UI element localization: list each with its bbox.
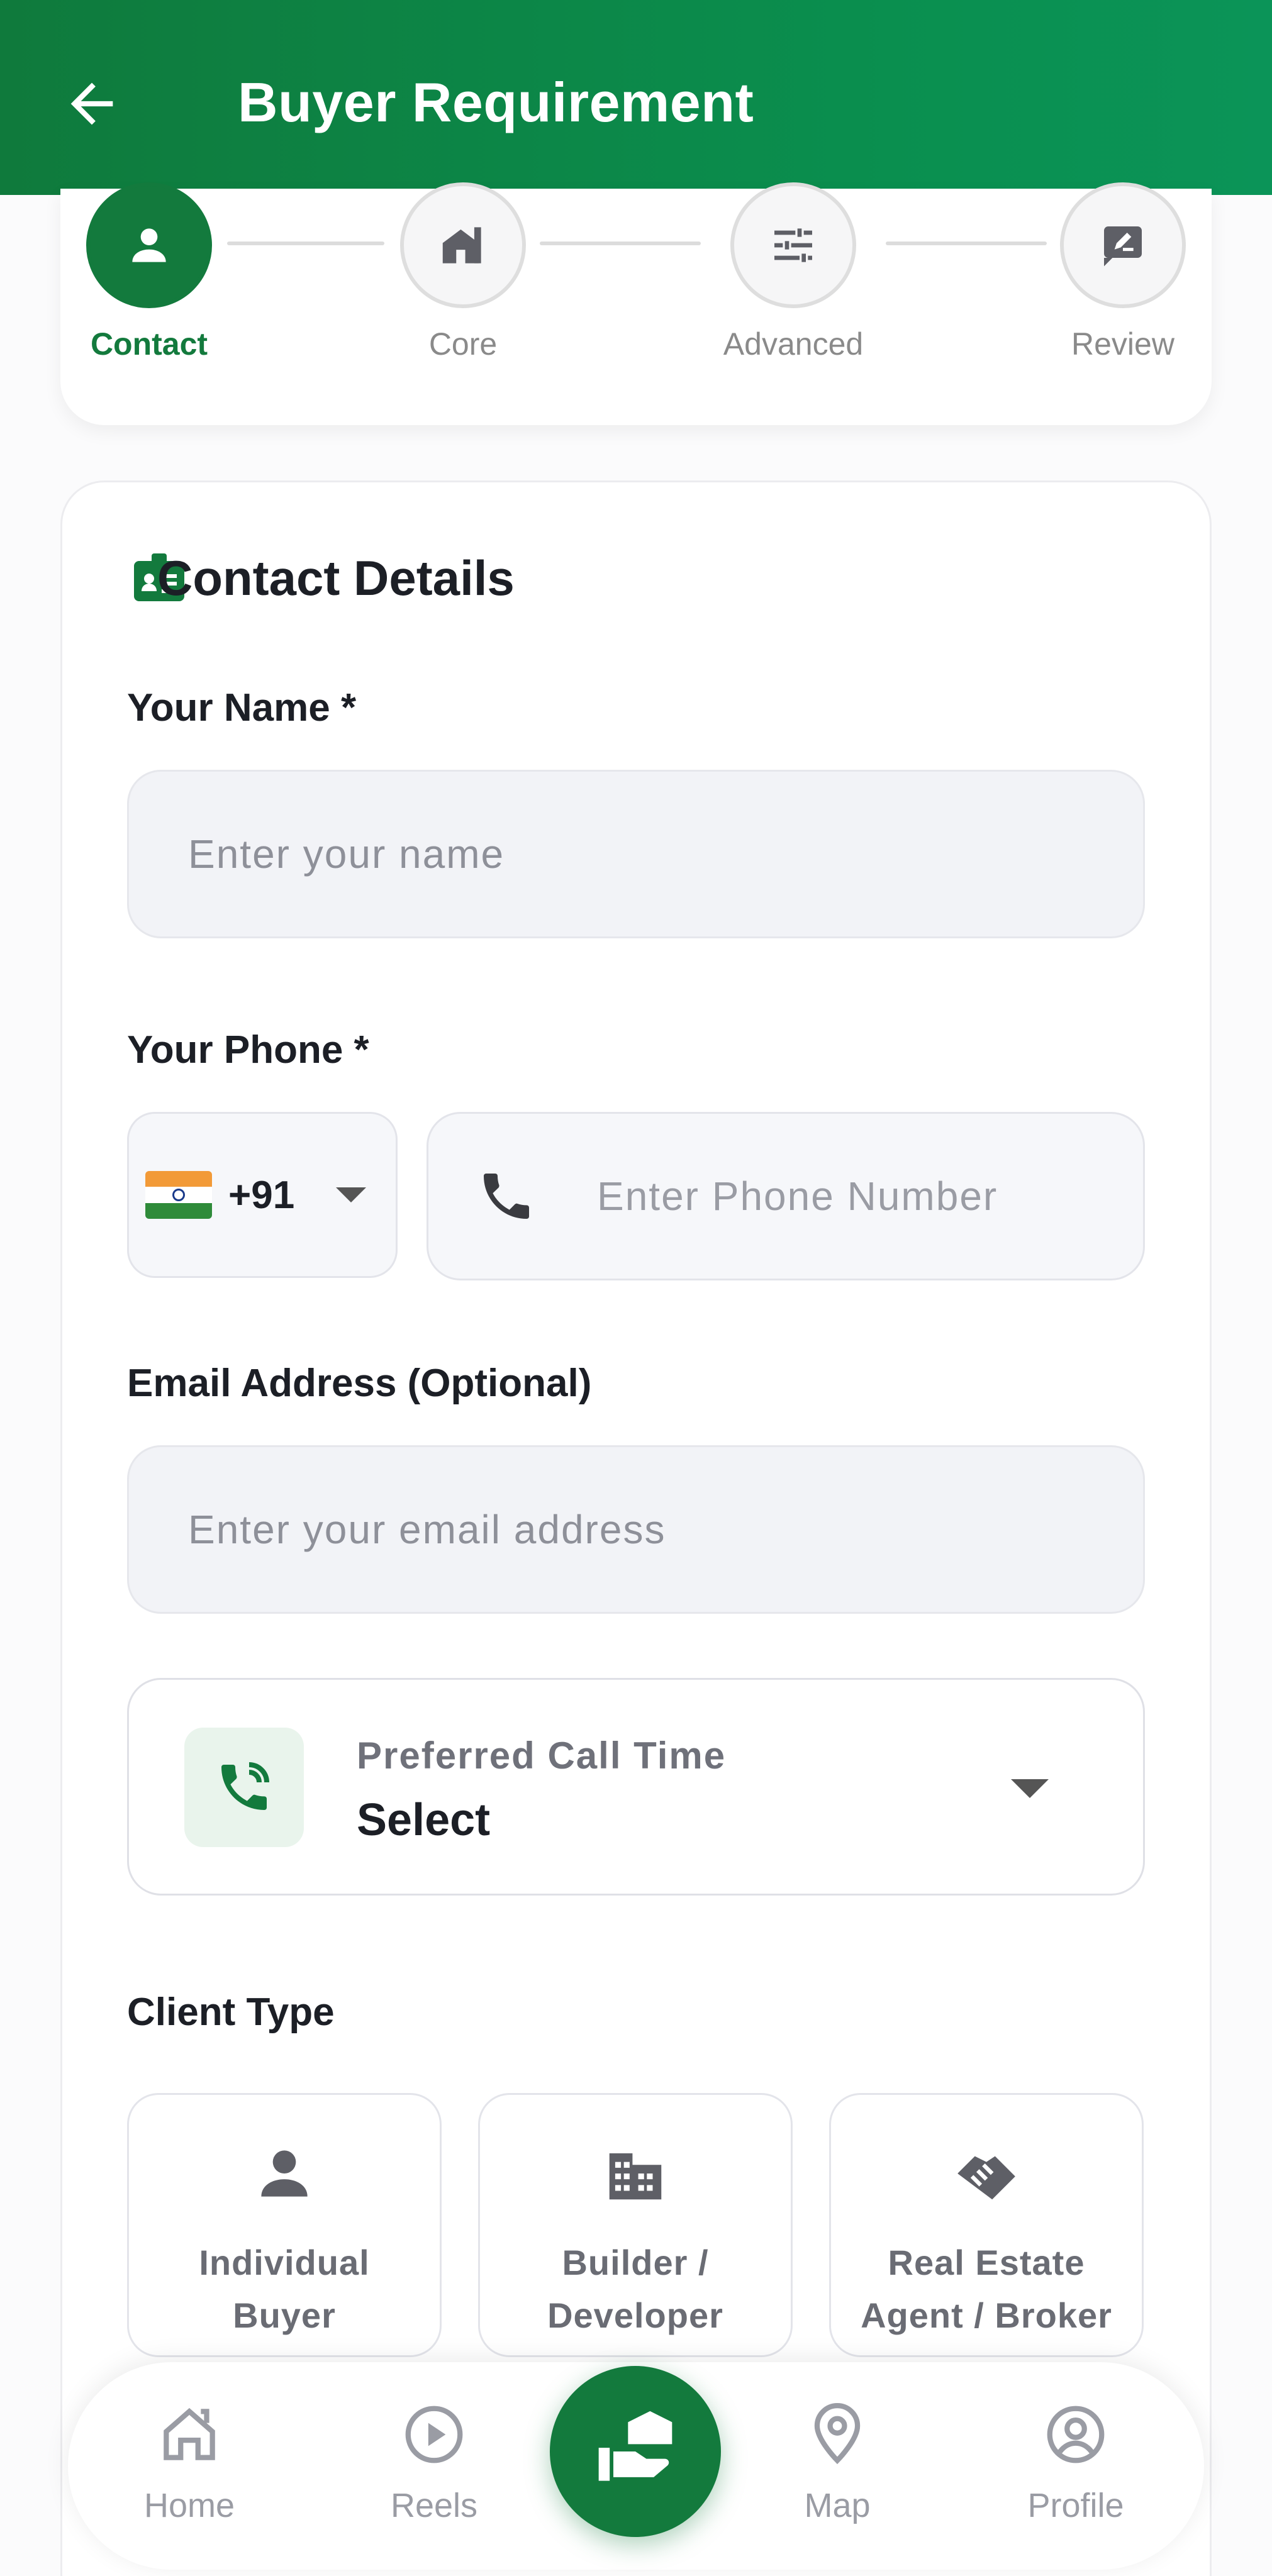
phone-label: Your Phone *	[127, 1028, 369, 1072]
name-input[interactable]: Enter your name	[127, 770, 1145, 938]
name-label: Your Name *	[127, 686, 357, 730]
chevron-down-icon	[1011, 1779, 1049, 1798]
nav-item-home[interactable]: Home	[114, 2400, 265, 2525]
step-connector	[227, 242, 384, 245]
nav-item-map[interactable]: Map	[762, 2400, 913, 2525]
nav-label: Home	[143, 2487, 235, 2524]
country-code-select[interactable]: +91	[127, 1112, 398, 1278]
hand-house-icon	[598, 2411, 672, 2481]
india-flag-icon	[145, 1171, 212, 1219]
phone-placeholder: Enter Phone Number	[597, 1174, 998, 1219]
client-type-label-line1: Real Estate	[888, 2243, 1085, 2282]
call-time-value: Select	[357, 1795, 491, 1845]
step-circle	[86, 182, 212, 308]
nav-label: Reels	[390, 2487, 478, 2524]
person-icon	[261, 2150, 308, 2197]
call-icon-box	[184, 1728, 304, 1847]
nav-label: Profile	[1027, 2487, 1124, 2524]
step-advanced[interactable]: Advanced	[715, 182, 872, 362]
phone-callback-icon	[221, 1762, 269, 1810]
building-icon	[609, 2153, 662, 2200]
client-type-label-line1: Builder /	[562, 2243, 709, 2282]
client-type-label-line1: Individual	[199, 2243, 370, 2282]
edit-review-icon	[1104, 226, 1142, 267]
house-icon	[442, 227, 481, 264]
map-pin-icon	[814, 2403, 861, 2465]
step-core[interactable]: Core	[384, 182, 542, 362]
home-icon	[164, 2407, 215, 2460]
phone-input[interactable]: Enter Phone Number	[427, 1112, 1145, 1280]
step-circle	[1060, 182, 1186, 308]
email-input[interactable]: Enter your email address	[127, 1445, 1145, 1614]
nav-item-profile[interactable]: Profile	[1000, 2400, 1151, 2525]
handshake-icon	[957, 2156, 1015, 2200]
step-label: Review	[1071, 326, 1174, 362]
profile-icon	[1047, 2406, 1105, 2463]
phone-icon	[484, 1174, 529, 1219]
email-label: Email Address (Optional)	[127, 1362, 592, 1405]
country-code: +91	[228, 1173, 295, 1217]
step-circle	[730, 182, 856, 308]
call-time-label: Preferred Call Time	[357, 1735, 727, 1777]
client-type-label: Client Type	[127, 1990, 335, 2034]
app-header: Buyer Requirement	[0, 0, 1272, 195]
step-label: Advanced	[723, 326, 864, 362]
sliders-icon	[774, 228, 812, 262]
stepper: Contact Core Advanced Review	[60, 182, 1212, 425]
chevron-down-icon	[336, 1187, 367, 1202]
client-type-label-line2: Developer	[547, 2296, 723, 2335]
step-label: Contact	[90, 326, 208, 362]
screen: Buyer Requirement Contact Core Advanced …	[0, 0, 1272, 2576]
nav-item-reels[interactable]: Reels	[359, 2400, 510, 2525]
preferred-call-time-select[interactable]: Preferred Call Time Select	[127, 1678, 1145, 1896]
client-type-builder[interactable]: Builder / Developer	[478, 2093, 793, 2357]
step-connector	[540, 242, 701, 245]
nav-label: Map	[804, 2487, 871, 2524]
step-connector	[886, 242, 1047, 245]
play-icon	[405, 2406, 463, 2463]
step-review[interactable]: Review	[1044, 182, 1202, 362]
client-type-agent[interactable]: Real Estate Agent / Broker	[829, 2093, 1144, 2357]
back-button[interactable]	[60, 69, 123, 138]
section-title: Contact Details	[157, 550, 515, 606]
client-type-individual[interactable]: Individual Buyer	[127, 2093, 442, 2357]
page-title: Buyer Requirement	[238, 71, 754, 133]
step-circle	[400, 182, 526, 308]
client-type-label-line2: Buyer	[233, 2296, 336, 2335]
step-contact[interactable]: Contact	[70, 182, 228, 362]
client-type-label-line2: Agent / Broker	[861, 2296, 1112, 2335]
post-requirement-button[interactable]	[550, 2366, 721, 2537]
person-icon	[132, 228, 166, 262]
arrow-left-icon	[70, 82, 113, 125]
step-label: Core	[428, 326, 498, 362]
